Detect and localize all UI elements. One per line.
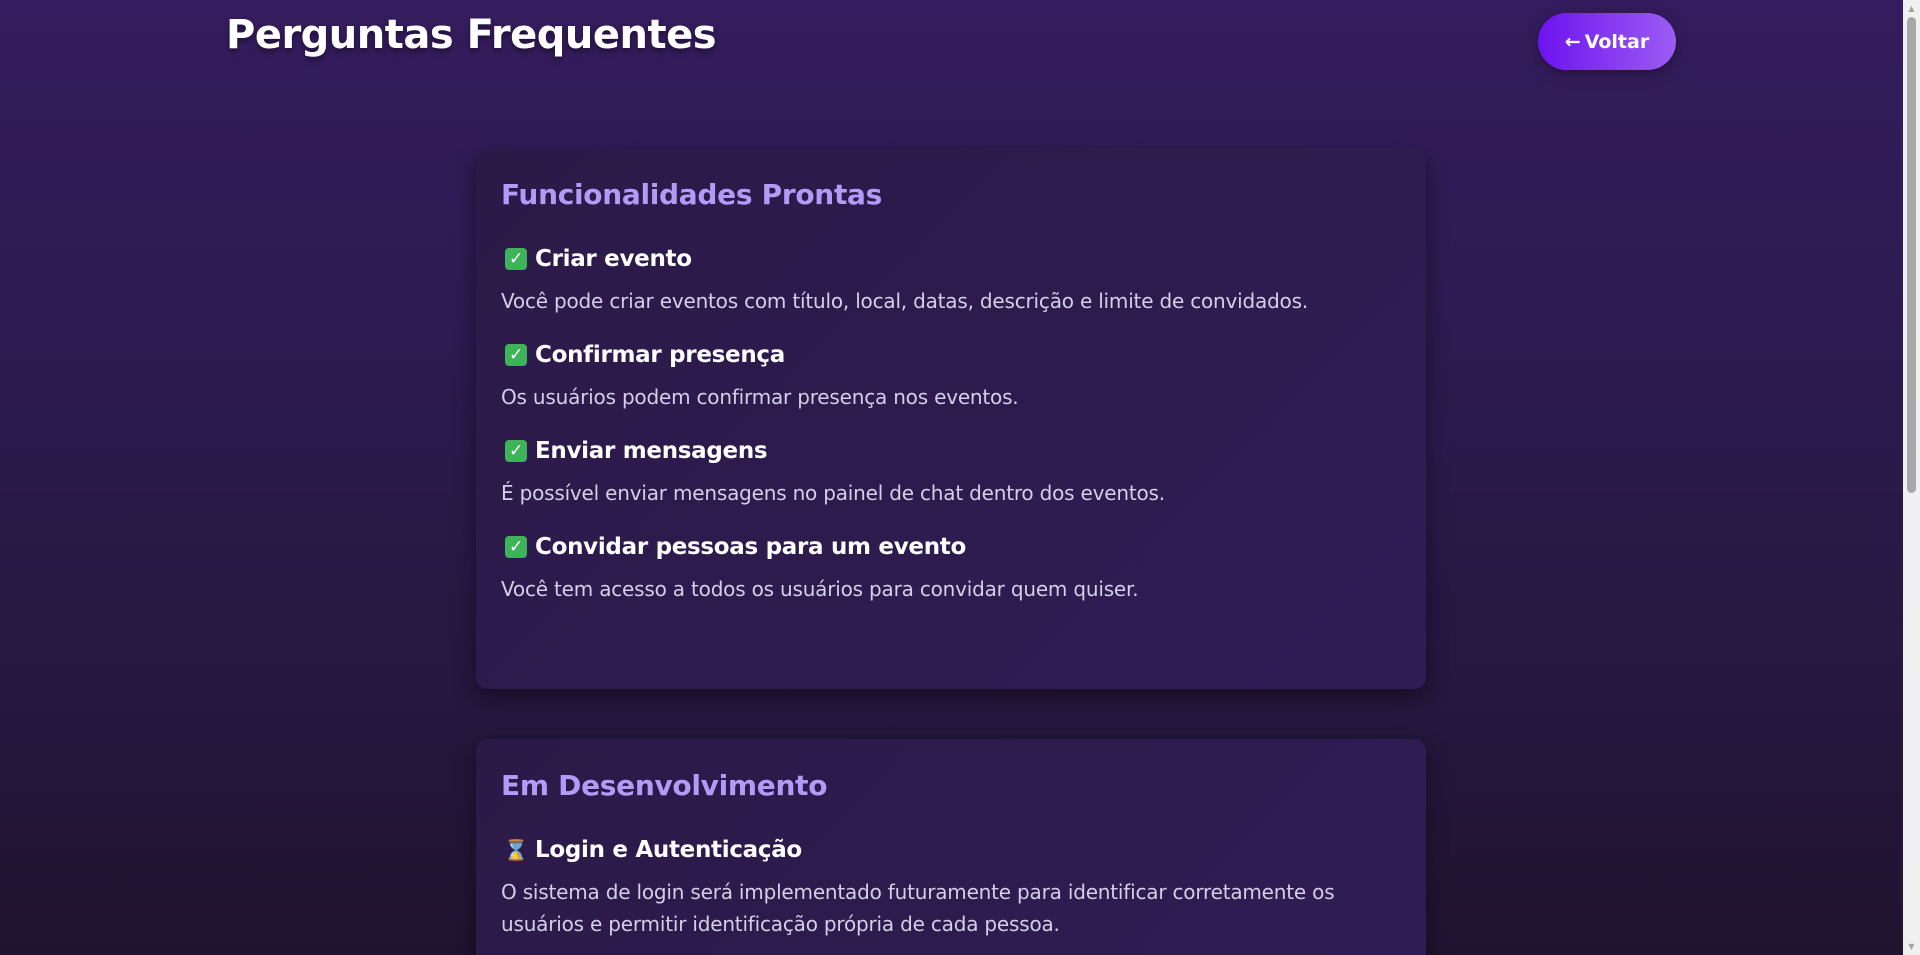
faq-item: ⌛ Login e Autenticação O sistema de logi… <box>501 834 1401 940</box>
section-title: Em Desenvolvimento <box>501 769 828 802</box>
faq-question-text: Convidar pessoas para um evento <box>535 534 966 560</box>
scroll-up-arrow-icon[interactable]: ▲ <box>1903 0 1920 17</box>
check-mark-icon: ✓ <box>505 536 527 558</box>
faq-question-text: Login e Autenticação <box>535 837 802 863</box>
section-title: Funcionalidades Prontas <box>501 178 882 211</box>
faq-item: ✓ Criar evento Você pode criar eventos c… <box>501 243 1401 317</box>
scroll-down-arrow-icon[interactable]: ▼ <box>1903 938 1920 955</box>
check-mark-icon: ✓ <box>505 248 527 270</box>
scrollbar-thumb[interactable] <box>1907 17 1916 493</box>
faq-question: ⌛ Login e Autenticação <box>501 834 1401 866</box>
section-in-development: Em Desenvolvimento ⌛ Login e Autenticaçã… <box>476 739 1426 955</box>
section-ready-features: Funcionalidades Prontas ✓ Criar evento V… <box>476 148 1426 689</box>
faq-question-text: Criar evento <box>535 246 692 272</box>
page-title: Perguntas Frequentes <box>226 12 717 58</box>
faq-item: ✓ Confirmar presença Os usuários podem c… <box>501 339 1401 413</box>
faq-question: ✓ Convidar pessoas para um evento <box>501 531 1401 563</box>
vertical-scrollbar[interactable]: ▲ ▼ <box>1903 0 1920 955</box>
check-mark-icon: ✓ <box>505 344 527 366</box>
back-button-label: Voltar <box>1584 30 1650 53</box>
back-button[interactable]: ← Voltar <box>1538 13 1676 70</box>
faq-question-text: Confirmar presença <box>535 342 785 368</box>
hourglass-icon: ⌛ <box>503 838 529 862</box>
faq-question: ✓ Enviar mensagens <box>501 435 1401 467</box>
faq-question: ✓ Confirmar presença <box>501 339 1401 371</box>
faq-question: ✓ Criar evento <box>501 243 1401 275</box>
faq-answer: Você pode criar eventos com título, loca… <box>501 289 1308 313</box>
faq-answer: Os usuários podem confirmar presença nos… <box>501 385 1019 409</box>
faq-item: ✓ Enviar mensagens É possível enviar men… <box>501 435 1401 509</box>
check-mark-icon: ✓ <box>505 440 527 462</box>
faq-item: ✓ Convidar pessoas para um evento Você t… <box>501 531 1401 605</box>
faq-question-text: Enviar mensagens <box>535 438 768 464</box>
left-arrow-icon: ← <box>1564 30 1581 53</box>
faq-answer: Você tem acesso a todos os usuários para… <box>501 577 1139 601</box>
faq-answer: É possível enviar mensagens no painel de… <box>501 481 1165 505</box>
page: Perguntas Frequentes ← Voltar Funcionali… <box>0 0 1903 955</box>
faq-answer: O sistema de login será implementado fut… <box>501 880 1335 936</box>
